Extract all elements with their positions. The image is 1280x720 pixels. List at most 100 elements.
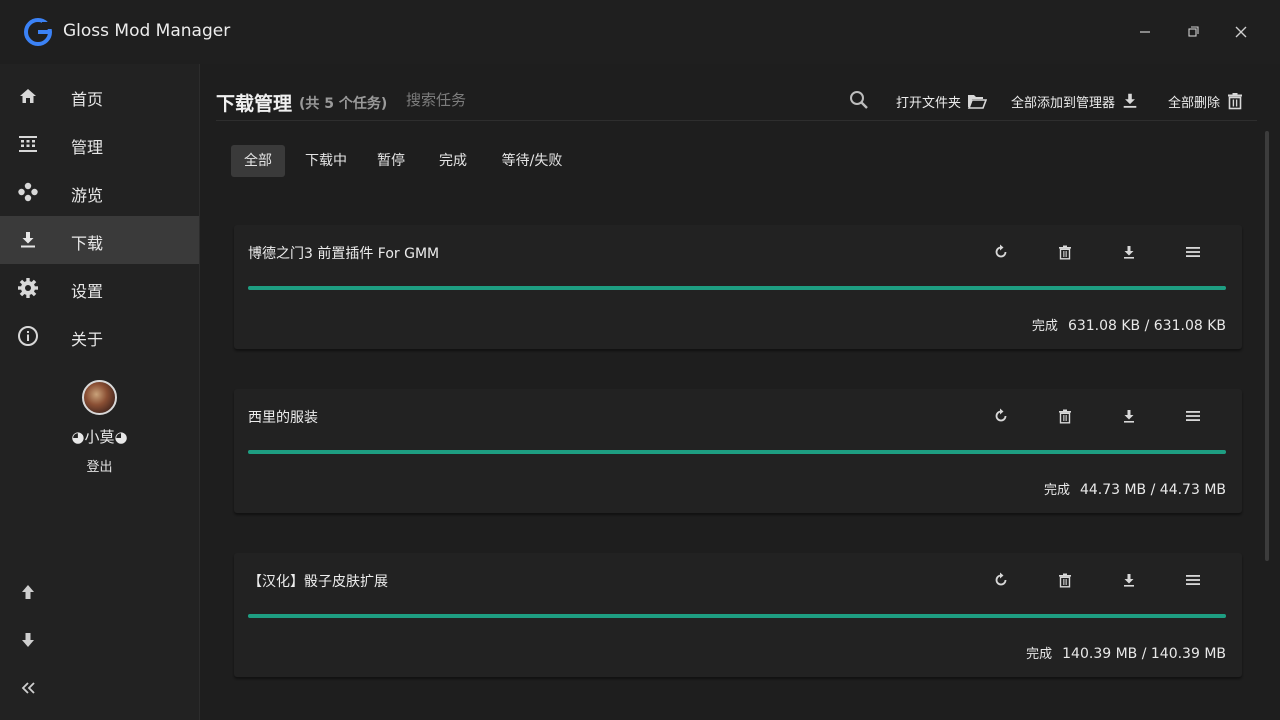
download-name: 【汉化】骰子皮肤扩展 bbox=[248, 574, 388, 590]
tab-completed[interactable]: 完成 bbox=[431, 145, 475, 177]
progress-bar bbox=[248, 286, 1226, 290]
delete-all-label: 全部删除 bbox=[1168, 95, 1221, 111]
minimize-button[interactable] bbox=[1133, 20, 1157, 44]
more-menu-button[interactable] bbox=[1180, 403, 1206, 429]
sidebar-item-label: 管理 bbox=[71, 138, 104, 157]
arrow-down-icon bbox=[22, 633, 34, 647]
gear-icon bbox=[16, 276, 40, 300]
download-icon bbox=[1123, 93, 1137, 108]
folder-open-icon bbox=[967, 95, 988, 109]
grid-icon bbox=[16, 132, 40, 156]
page-title: 下载管理 bbox=[216, 93, 293, 115]
download-icon bbox=[1124, 573, 1134, 587]
maximize-icon bbox=[1188, 26, 1199, 37]
trash-icon bbox=[1228, 93, 1243, 110]
open-folder-button[interactable]: 打开文件夹 bbox=[896, 89, 988, 113]
minimize-icon bbox=[1140, 31, 1150, 33]
download-card: 【汉化】骰子皮肤扩展 完成 140.39 MB / 140.39 MB bbox=[234, 553, 1242, 677]
open-folder-label: 打开文件夹 bbox=[896, 95, 962, 111]
size-text: 631.08 KB / 631.08 KB bbox=[1067, 318, 1226, 334]
download-status: 完成 44.73 MB / 44.73 MB bbox=[1044, 479, 1226, 498]
refresh-icon bbox=[995, 572, 1007, 586]
search-icon[interactable] bbox=[848, 89, 870, 111]
task-count: (共 5 个任务) bbox=[299, 96, 388, 112]
maximize-button[interactable] bbox=[1181, 20, 1205, 44]
search-input[interactable] bbox=[406, 88, 606, 112]
add-all-to-manager-button[interactable]: 全部添加到管理器 bbox=[1011, 89, 1139, 113]
sidebar-item-label: 游览 bbox=[71, 186, 104, 205]
delete-all-button[interactable]: 全部删除 bbox=[1168, 89, 1244, 113]
download-name: 西里的服装 bbox=[248, 410, 318, 426]
delete-button[interactable] bbox=[1052, 239, 1078, 265]
install-button[interactable] bbox=[1116, 567, 1142, 593]
close-button[interactable] bbox=[1229, 20, 1253, 44]
tab-downloading[interactable]: 下载中 bbox=[297, 145, 355, 177]
sidebar-item-label: 下载 bbox=[71, 234, 104, 253]
logout-link[interactable]: 登出 bbox=[0, 456, 199, 475]
add-all-label: 全部添加到管理器 bbox=[1011, 95, 1116, 111]
home-icon bbox=[16, 84, 40, 108]
scroll-down-button[interactable] bbox=[16, 628, 40, 652]
sidebar-item-browse[interactable]: 游览 bbox=[0, 168, 199, 216]
download-status: 完成 140.39 MB / 140.39 MB bbox=[1026, 643, 1226, 662]
download-header: 下载管理 (共 5 个任务) 打开文件夹 全部添加到管理器 全部删除 bbox=[216, 64, 1257, 121]
scroll-up-button[interactable] bbox=[16, 580, 40, 604]
status-text: 完成 bbox=[1026, 647, 1053, 662]
download-name: 博德之门3 前置插件 For GMM bbox=[248, 246, 440, 262]
sidebar-item-home[interactable]: 首页 bbox=[0, 72, 199, 120]
app-logo-icon bbox=[24, 18, 52, 46]
size-text: 140.39 MB / 140.39 MB bbox=[1062, 646, 1226, 662]
collapse-icon bbox=[21, 682, 35, 694]
progress-bar bbox=[248, 450, 1226, 454]
sidebar-item-label: 关于 bbox=[71, 330, 104, 349]
avatar[interactable] bbox=[82, 380, 117, 415]
tab-all[interactable]: 全部 bbox=[231, 145, 285, 177]
download-status: 完成 631.08 KB / 631.08 KB bbox=[1032, 315, 1226, 334]
download-card: 博德之门3 前置插件 For GMM 完成 631.08 KB / 631.08 … bbox=[234, 225, 1242, 349]
refresh-icon bbox=[995, 408, 1007, 422]
sidebar-item-settings[interactable]: 设置 bbox=[0, 264, 199, 312]
title-bar: Gloss Mod Manager bbox=[0, 0, 1280, 64]
retry-button[interactable] bbox=[988, 239, 1014, 265]
collapse-sidebar-button[interactable] bbox=[16, 676, 40, 700]
info-icon bbox=[16, 324, 40, 348]
app-title: Gloss Mod Manager bbox=[63, 21, 231, 41]
status-text: 完成 bbox=[1043, 483, 1070, 498]
close-icon bbox=[1235, 26, 1247, 38]
install-button[interactable] bbox=[1116, 403, 1142, 429]
sidebar-item-label: 设置 bbox=[71, 282, 104, 301]
download-card: 西里的服装 完成 44.73 MB / 44.73 MB bbox=[234, 389, 1242, 513]
username: ◕小莫◕ bbox=[71, 428, 128, 446]
install-button[interactable] bbox=[1116, 239, 1142, 265]
progress-fill bbox=[248, 450, 1226, 454]
status-text: 完成 bbox=[1031, 319, 1058, 334]
delete-button[interactable] bbox=[1052, 567, 1078, 593]
sidebar-item-manage[interactable]: 管理 bbox=[0, 120, 199, 168]
sidebar-item-download[interactable]: 下载 bbox=[0, 216, 199, 264]
trash-icon bbox=[1059, 573, 1071, 588]
retry-button[interactable] bbox=[988, 403, 1014, 429]
trash-icon bbox=[1059, 245, 1071, 260]
tab-waiting-failed[interactable]: 等待/失败 bbox=[493, 145, 571, 177]
menu-icon bbox=[1186, 247, 1200, 257]
trash-icon bbox=[1059, 409, 1071, 424]
progress-fill bbox=[248, 286, 1226, 290]
progress-fill bbox=[248, 614, 1226, 618]
more-menu-button[interactable] bbox=[1180, 567, 1206, 593]
refresh-icon bbox=[995, 244, 1007, 258]
download-icon bbox=[16, 228, 40, 252]
progress-bar bbox=[248, 614, 1226, 618]
download-icon bbox=[1124, 409, 1134, 423]
size-text: 44.73 MB / 44.73 MB bbox=[1079, 482, 1226, 498]
more-menu-button[interactable] bbox=[1180, 239, 1206, 265]
arrow-up-icon bbox=[22, 585, 34, 599]
sidebar-item-about[interactable]: 关于 bbox=[0, 312, 199, 360]
tab-paused[interactable]: 暂停 bbox=[369, 145, 413, 177]
main-content: 下载管理 (共 5 个任务) 打开文件夹 全部添加到管理器 全部删除 bbox=[201, 64, 1271, 720]
delete-button[interactable] bbox=[1052, 403, 1078, 429]
menu-icon bbox=[1186, 575, 1200, 585]
scrollbar[interactable] bbox=[1265, 131, 1269, 561]
retry-button[interactable] bbox=[988, 567, 1014, 593]
download-icon bbox=[1124, 245, 1134, 259]
menu-icon bbox=[1186, 411, 1200, 421]
